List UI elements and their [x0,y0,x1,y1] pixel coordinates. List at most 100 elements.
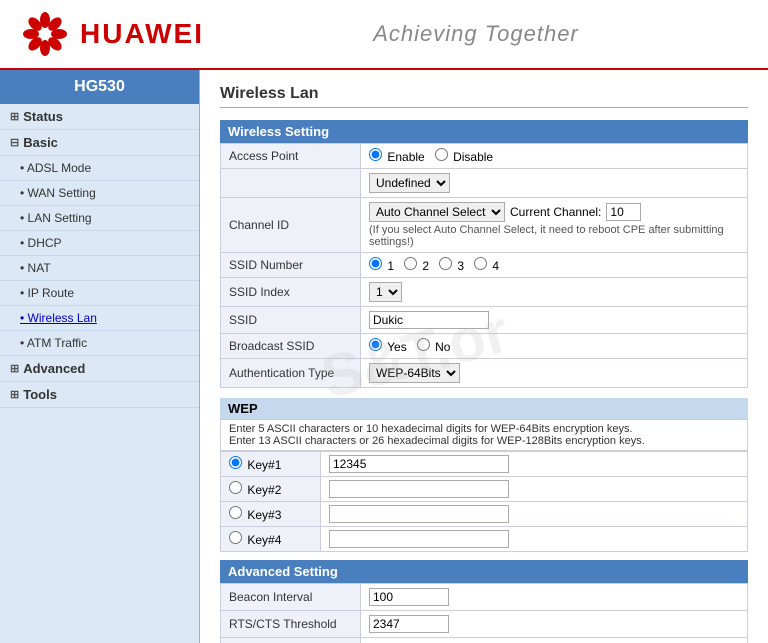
sidebar-label-nat: • NAT [20,261,51,275]
broadcast-yes-text: Yes [387,340,407,354]
key2-text: Key#2 [247,483,281,497]
rts-cts-value [361,611,748,638]
broadcast-no-label[interactable]: No [417,340,451,354]
minus-icon-basic: ⊟ [10,136,19,149]
key2-label: Key#2 [221,477,321,502]
ssid-index-select[interactable]: 1 [369,282,402,302]
broadcast-yes-label[interactable]: Yes [369,340,407,354]
logo-text: HUAWEI [80,18,204,50]
key2-value-cell [321,477,748,502]
advanced-setting-header: Advanced Setting [220,560,748,583]
key3-input[interactable] [329,505,509,523]
table-row-ssid-index: SSID Index 1 [221,278,748,307]
sidebar-item-nat[interactable]: • NAT [0,256,199,281]
ssid-num-4-label[interactable]: 4 [474,259,499,273]
key3-radio-label[interactable]: Key#3 [229,508,281,522]
wep-header: WEP [220,398,748,419]
wireless-settings-table: Access Point Enable Disable [220,143,748,388]
key2-radio-label[interactable]: Key#2 [229,483,281,497]
sidebar-item-tools[interactable]: ⊞ Tools [0,382,199,408]
wep-note-line2: Enter 13 ASCII characters or 26 hexadeci… [229,435,645,447]
sidebar-item-dhcp[interactable]: • DHCP [0,231,199,256]
broadcast-yes-radio[interactable] [369,338,382,351]
broadcast-no-radio[interactable] [417,338,430,351]
access-point-disable-radio[interactable] [435,148,448,161]
ssid-value: Dukic [361,307,748,334]
ssid-num-1-label[interactable]: 1 [369,259,394,273]
wireless-setting-header: Wireless Setting [220,120,748,143]
ssid-num-4-radio[interactable] [474,257,487,270]
rts-cts-input[interactable] [369,615,449,633]
key2-radio[interactable] [229,481,242,494]
plus-icon-tools: ⊞ [10,388,19,401]
key3-radio[interactable] [229,506,242,519]
sidebar-item-ip-route[interactable]: • IP Route [0,281,199,306]
ssid-label: SSID [221,307,361,334]
sidebar: HG530 ⊞ Status ⊟ Basic • ADSL Mode • WAN… [0,70,200,643]
sidebar-item-atm-traffic[interactable]: • ATM Traffic [0,331,199,356]
content-area: Wireless Lan Wireless Setting Access Poi… [200,70,768,643]
sidebar-label-tools: Tools [23,387,57,402]
sidebar-item-status[interactable]: ⊞ Status [0,104,199,130]
access-point-enable-radio[interactable] [369,148,382,161]
ssid-num-3-label[interactable]: 3 [439,259,464,273]
table-row-ssid-number: SSID Number 1 2 3 4 [221,253,748,278]
auto-channel-select[interactable]: Auto Channel Select [369,202,505,222]
header: HUAWEI Achieving Together [0,0,768,70]
access-point-enable-label[interactable]: Enable [369,150,428,164]
network-name-value: Undefined [361,169,748,198]
channel-id-value: Auto Channel Select Current Channel: 10 … [361,198,748,253]
beacon-interval-label: Beacon Interval [221,584,361,611]
sidebar-item-advanced[interactable]: ⊞ Advanced [0,356,199,382]
sidebar-label-ip-route: • IP Route [20,286,74,300]
access-point-disable-label[interactable]: Disable [435,150,493,164]
auth-type-select[interactable]: WEP-64Bits [369,363,460,383]
table-row-ssid: SSID Dukic [221,307,748,334]
rts-cts-label: RTS/CTS Threshold [221,611,361,638]
key3-value-cell [321,502,748,527]
ssid-num-1-radio[interactable] [369,257,382,270]
sidebar-item-adsl-mode[interactable]: • ADSL Mode [0,156,199,181]
ssid-num-2-label[interactable]: 2 [404,259,429,273]
sidebar-item-lan-setting[interactable]: • LAN Setting [0,206,199,231]
key4-label: Key#4 [221,527,321,552]
table-row-network-name: Undefined [221,169,748,198]
key4-input[interactable] [329,530,509,548]
key4-radio-label[interactable]: Key#4 [229,533,281,547]
key1-label: Key#1 [221,452,321,477]
sidebar-item-wireless-lan[interactable]: • Wireless Lan [0,306,199,331]
sidebar-label-lan-setting: • LAN Setting [20,211,92,225]
table-row-key3: Key#3 [221,502,748,527]
key4-value-cell [321,527,748,552]
table-row-fragmentation: Fragmentation Threshold [221,638,748,643]
beacon-interval-value [361,584,748,611]
ssid-num-3-radio[interactable] [439,257,452,270]
sidebar-label-advanced: Advanced [23,361,85,376]
network-name-select[interactable]: Undefined [369,173,450,193]
key2-input[interactable] [329,480,509,498]
sidebar-item-basic[interactable]: ⊟ Basic [0,130,199,156]
sidebar-title: HG530 [0,70,199,104]
sidebar-item-wan-setting[interactable]: • WAN Setting [0,181,199,206]
beacon-interval-input[interactable] [369,588,449,606]
table-row-rts-cts: RTS/CTS Threshold [221,611,748,638]
table-row-key4: Key#4 [221,527,748,552]
ssid-num-2-radio[interactable] [404,257,417,270]
ssid-index-value: 1 [361,278,748,307]
access-point-disable-text: Disable [453,150,493,164]
key1-radio-label[interactable]: Key#1 [229,458,281,472]
channel-id-row: Auto Channel Select Current Channel: 10 [369,202,739,222]
key4-text: Key#4 [247,533,281,547]
current-channel-input[interactable]: 10 [606,203,641,221]
broadcast-no-text: No [435,340,450,354]
key1-radio[interactable] [229,456,242,469]
ssid-input[interactable]: Dukic [369,311,489,329]
huawei-logo-icon [20,12,70,57]
table-row-access-point: Access Point Enable Disable [221,144,748,169]
broadcast-ssid-value: Yes No [361,334,748,359]
channel-note: (If you select Auto Channel Select, it n… [369,224,739,248]
key4-radio[interactable] [229,531,242,544]
key1-input[interactable] [329,455,509,473]
wep-note-line1: Enter 5 ASCII characters or 10 hexadecim… [229,423,633,435]
key3-label: Key#3 [221,502,321,527]
